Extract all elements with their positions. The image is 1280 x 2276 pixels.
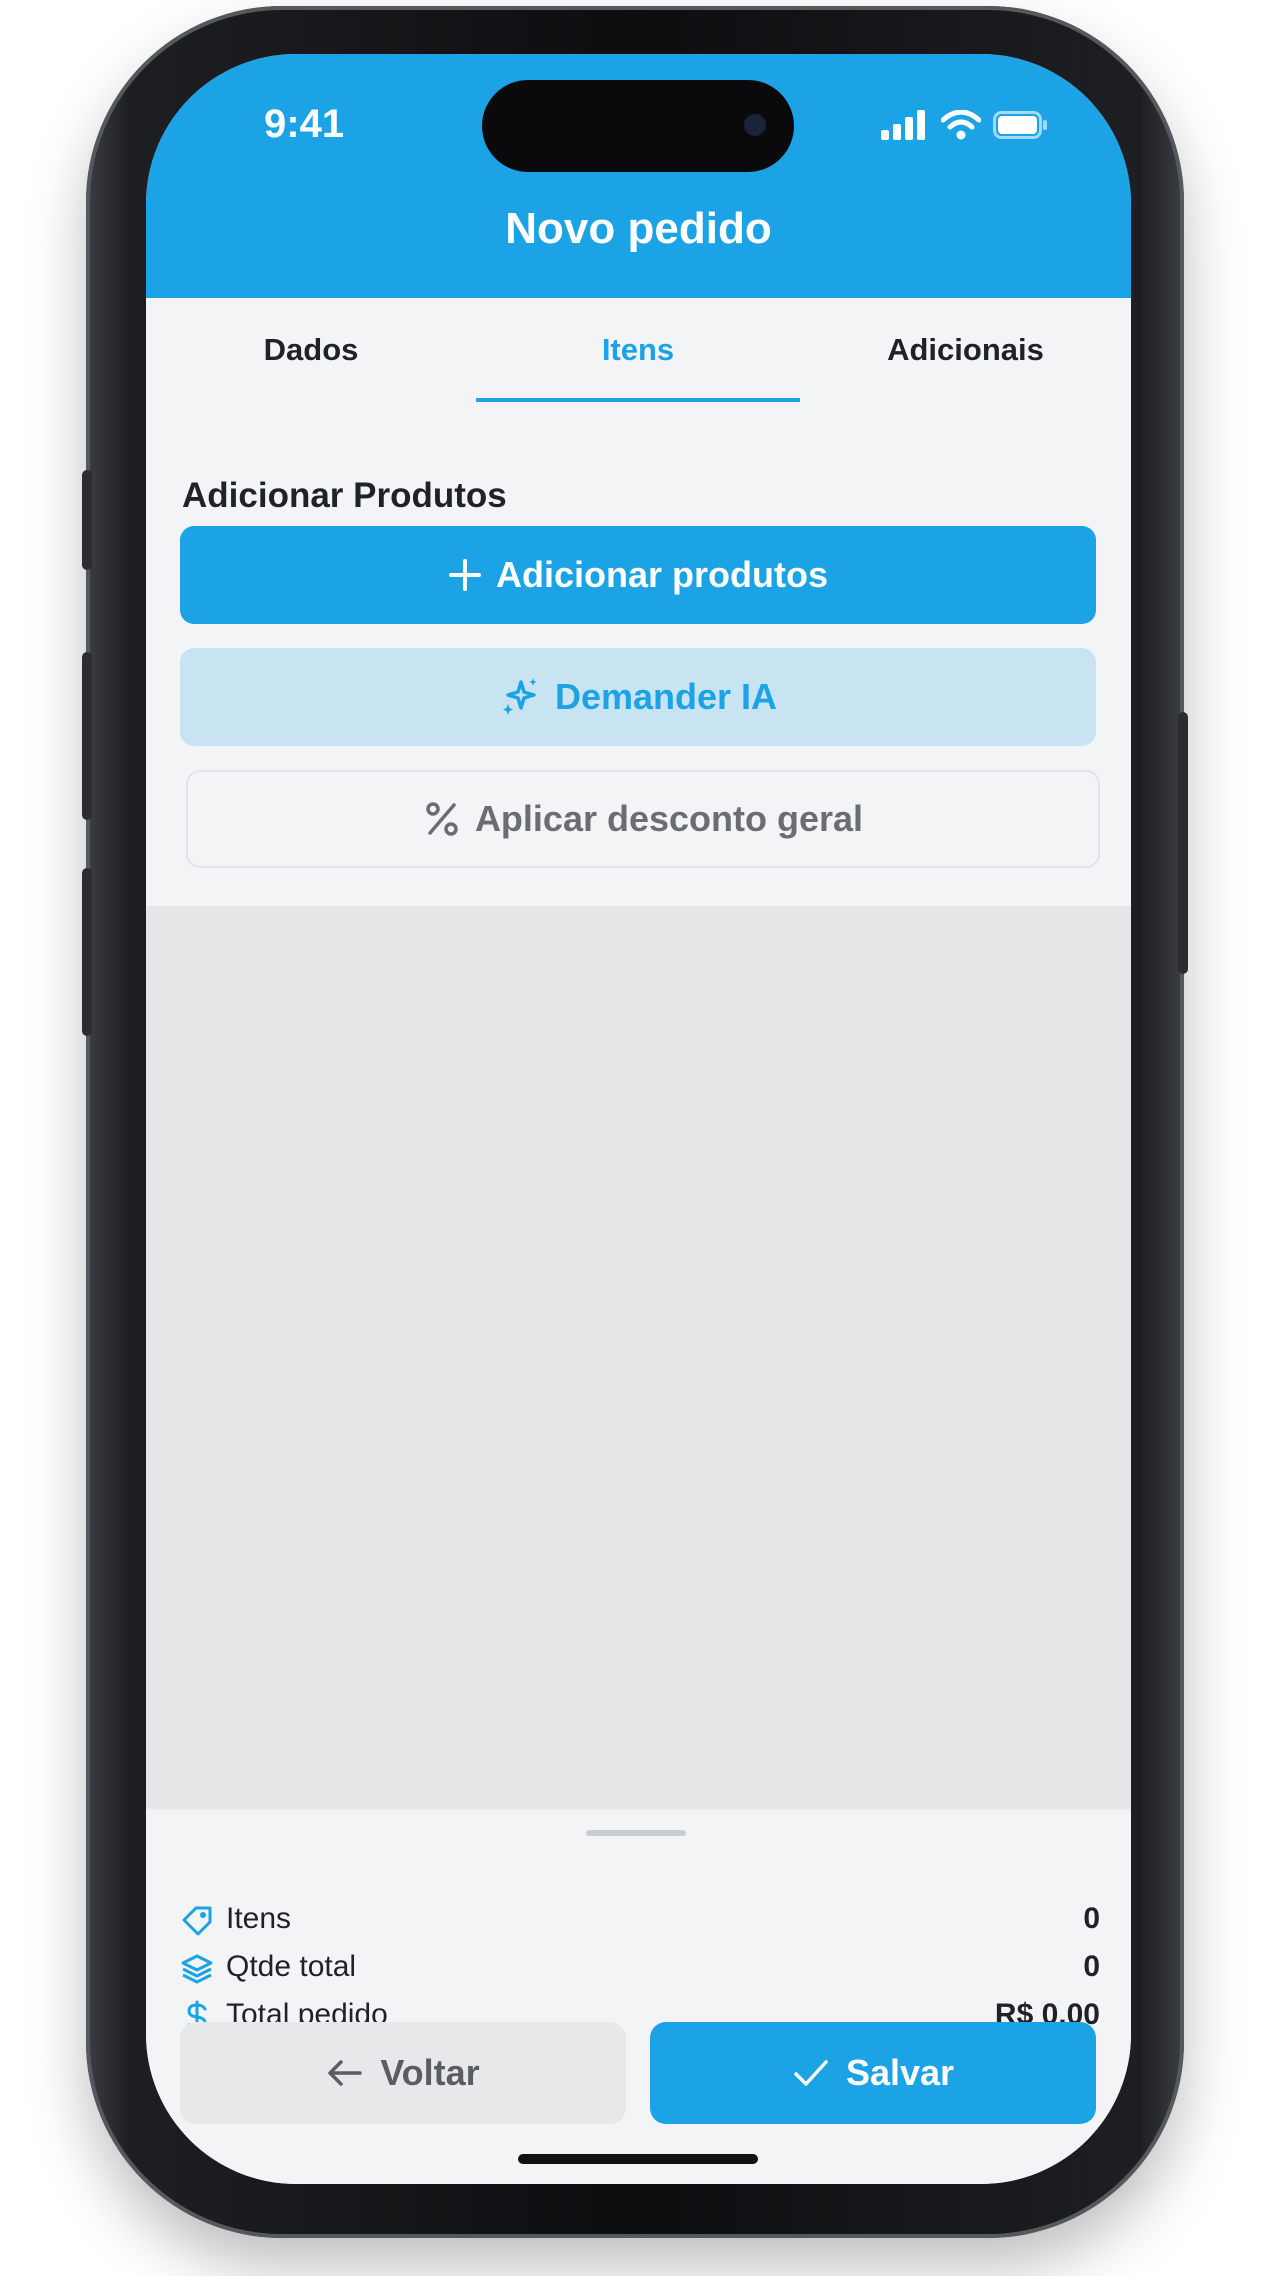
device-mockup: 9:41 Novo pedido Dados Itens Adicionais …: [0, 0, 1280, 2276]
phone-screen: 9:41 Novo pedido Dados Itens Adicionais …: [146, 54, 1131, 2184]
check-icon: [794, 2060, 828, 2086]
ai-label: Demander IA: [554, 676, 778, 717]
save-button[interactable]: Salvar: [650, 2022, 1096, 2124]
action-button: [82, 470, 92, 570]
tab-bar: Dados Itens Adicionais: [146, 298, 1131, 408]
wifi-icon: [941, 110, 981, 140]
section-title: Adicionar Produtos: [182, 476, 507, 515]
summary-row-items: Itens 0: [180, 1900, 1100, 1944]
arrow-left-icon: [328, 2060, 363, 2086]
status-time: 9:41: [264, 102, 345, 146]
camera-icon: [744, 114, 766, 136]
app-header: 9:41 Novo pedido: [146, 54, 1131, 298]
back-label: Voltar: [380, 2052, 480, 2093]
drag-handle[interactable]: [586, 1830, 686, 1836]
active-tab-indicator: [476, 398, 800, 402]
save-label: Salvar: [845, 2052, 955, 2093]
summary-label: Qtde total: [226, 1950, 357, 1983]
plus-icon: [449, 559, 481, 591]
add-products-label: Adicionar produtos: [496, 554, 828, 595]
items-content: Adicionar Produtos Adicionar produtos De…: [146, 406, 1131, 906]
tag-icon: [182, 1906, 212, 1936]
order-summary-footer: Itens 0 Qtde total 0 Total pedido R$ 0,0…: [146, 1808, 1131, 2184]
summary-value: 0: [1083, 1902, 1100, 1935]
summary-label: Itens: [226, 1902, 292, 1935]
ai-button[interactable]: Demander IA: [180, 648, 1096, 746]
tab-itens[interactable]: Itens: [476, 298, 800, 406]
page-title: Novo pedido: [505, 204, 772, 253]
sparkles-icon: [502, 678, 537, 715]
add-products-button[interactable]: Adicionar produtos: [180, 526, 1096, 624]
items-list-area: [146, 906, 1131, 1856]
home-indicator: [518, 2154, 758, 2164]
summary-row-quantity: Qtde total 0: [180, 1948, 1100, 1992]
status-icons: [881, 110, 1049, 140]
power-button: [1178, 712, 1188, 974]
back-button[interactable]: Voltar: [180, 2022, 626, 2124]
apply-discount-button[interactable]: Aplicar desconto geral: [186, 770, 1100, 868]
battery-icon: [993, 111, 1047, 139]
volume-up-button: [82, 652, 92, 820]
summary-value: 0: [1083, 1950, 1100, 1983]
signal-icon: [881, 110, 925, 140]
tab-dados[interactable]: Dados: [146, 298, 476, 406]
tab-adicionais[interactable]: Adicionais: [800, 298, 1131, 406]
dynamic-island: [482, 80, 794, 172]
stack-icon: [181, 1954, 213, 1984]
apply-discount-label: Aplicar desconto geral: [474, 798, 864, 839]
percent-icon: [426, 802, 458, 836]
volume-down-button: [82, 868, 92, 1036]
